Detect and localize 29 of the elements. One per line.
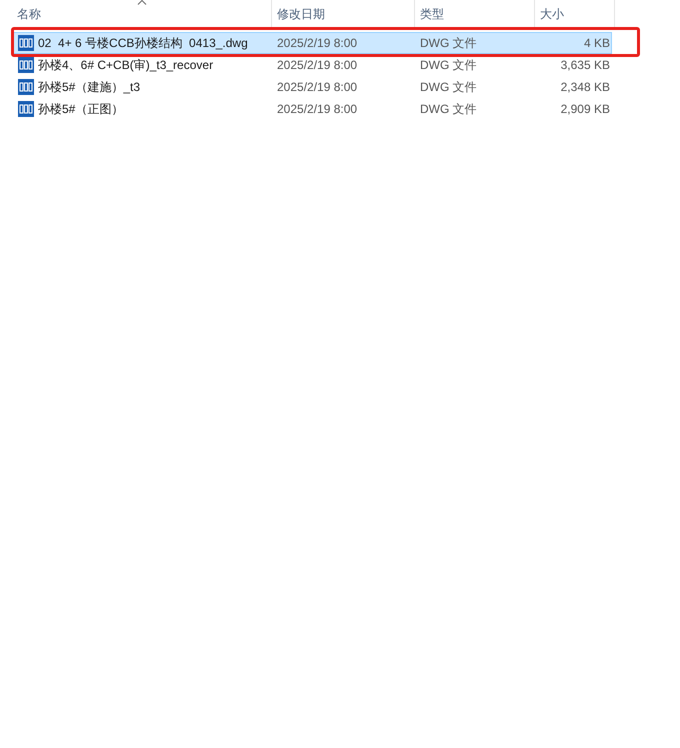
file-size: 2,909 KB bbox=[560, 102, 610, 116]
sort-caret-icon bbox=[137, 0, 146, 5]
file-type: DWG 文件 bbox=[420, 58, 477, 72]
file-size: 2,348 KB bbox=[560, 80, 610, 94]
cad-file-icon bbox=[18, 79, 34, 95]
file-row[interactable]: 02 4+ 6 号楼CCB孙楼结构 0413_.dwg 2025/2/19 8:00 DWG 文件 4 KB bbox=[13, 32, 612, 54]
file-row[interactable]: 孙楼5#（建施）_t3 2025/2/19 8:00 DWG 文件 2,348 KB bbox=[13, 76, 612, 98]
cad-file-icon bbox=[18, 35, 34, 51]
column-header[interactable]: 类型 bbox=[415, 0, 535, 28]
file-size: 4 KB bbox=[584, 36, 610, 50]
cad-file-icon bbox=[18, 101, 34, 117]
file-type: DWG 文件 bbox=[420, 102, 477, 116]
file-row[interactable]: 孙楼5#（正图） 2025/2/19 8:00 DWG 文件 2,909 KB bbox=[13, 98, 612, 120]
file-row[interactable]: 孙楼4、6# C+CB(审)_t3_recover 2025/2/19 8:00 DWG 文件 3,635 KB bbox=[13, 54, 612, 76]
cad-file-icon bbox=[18, 57, 34, 73]
column-header[interactable]: 名称 bbox=[12, 0, 272, 28]
column-header[interactable]: 修改日期 bbox=[272, 0, 415, 28]
modified-date: 2025/2/19 8:00 bbox=[277, 102, 358, 116]
file-type: DWG 文件 bbox=[420, 36, 477, 50]
column-header[interactable]: 大小 bbox=[535, 0, 615, 28]
modified-date: 2025/2/19 8:00 bbox=[277, 36, 358, 50]
file-type: DWG 文件 bbox=[420, 80, 477, 94]
file-name: 02 4+ 6 号楼CCB孙楼结构 0413_.dwg bbox=[38, 35, 248, 52]
file-name: 孙楼5#（建施）_t3 bbox=[38, 79, 140, 96]
modified-date: 2025/2/19 8:00 bbox=[277, 58, 358, 72]
modified-date: 2025/2/19 8:00 bbox=[277, 80, 358, 94]
file-name: 孙楼4、6# C+CB(审)_t3_recover bbox=[38, 57, 214, 74]
file-size: 3,635 KB bbox=[560, 58, 610, 72]
file-name: 孙楼5#（正图） bbox=[38, 101, 124, 118]
